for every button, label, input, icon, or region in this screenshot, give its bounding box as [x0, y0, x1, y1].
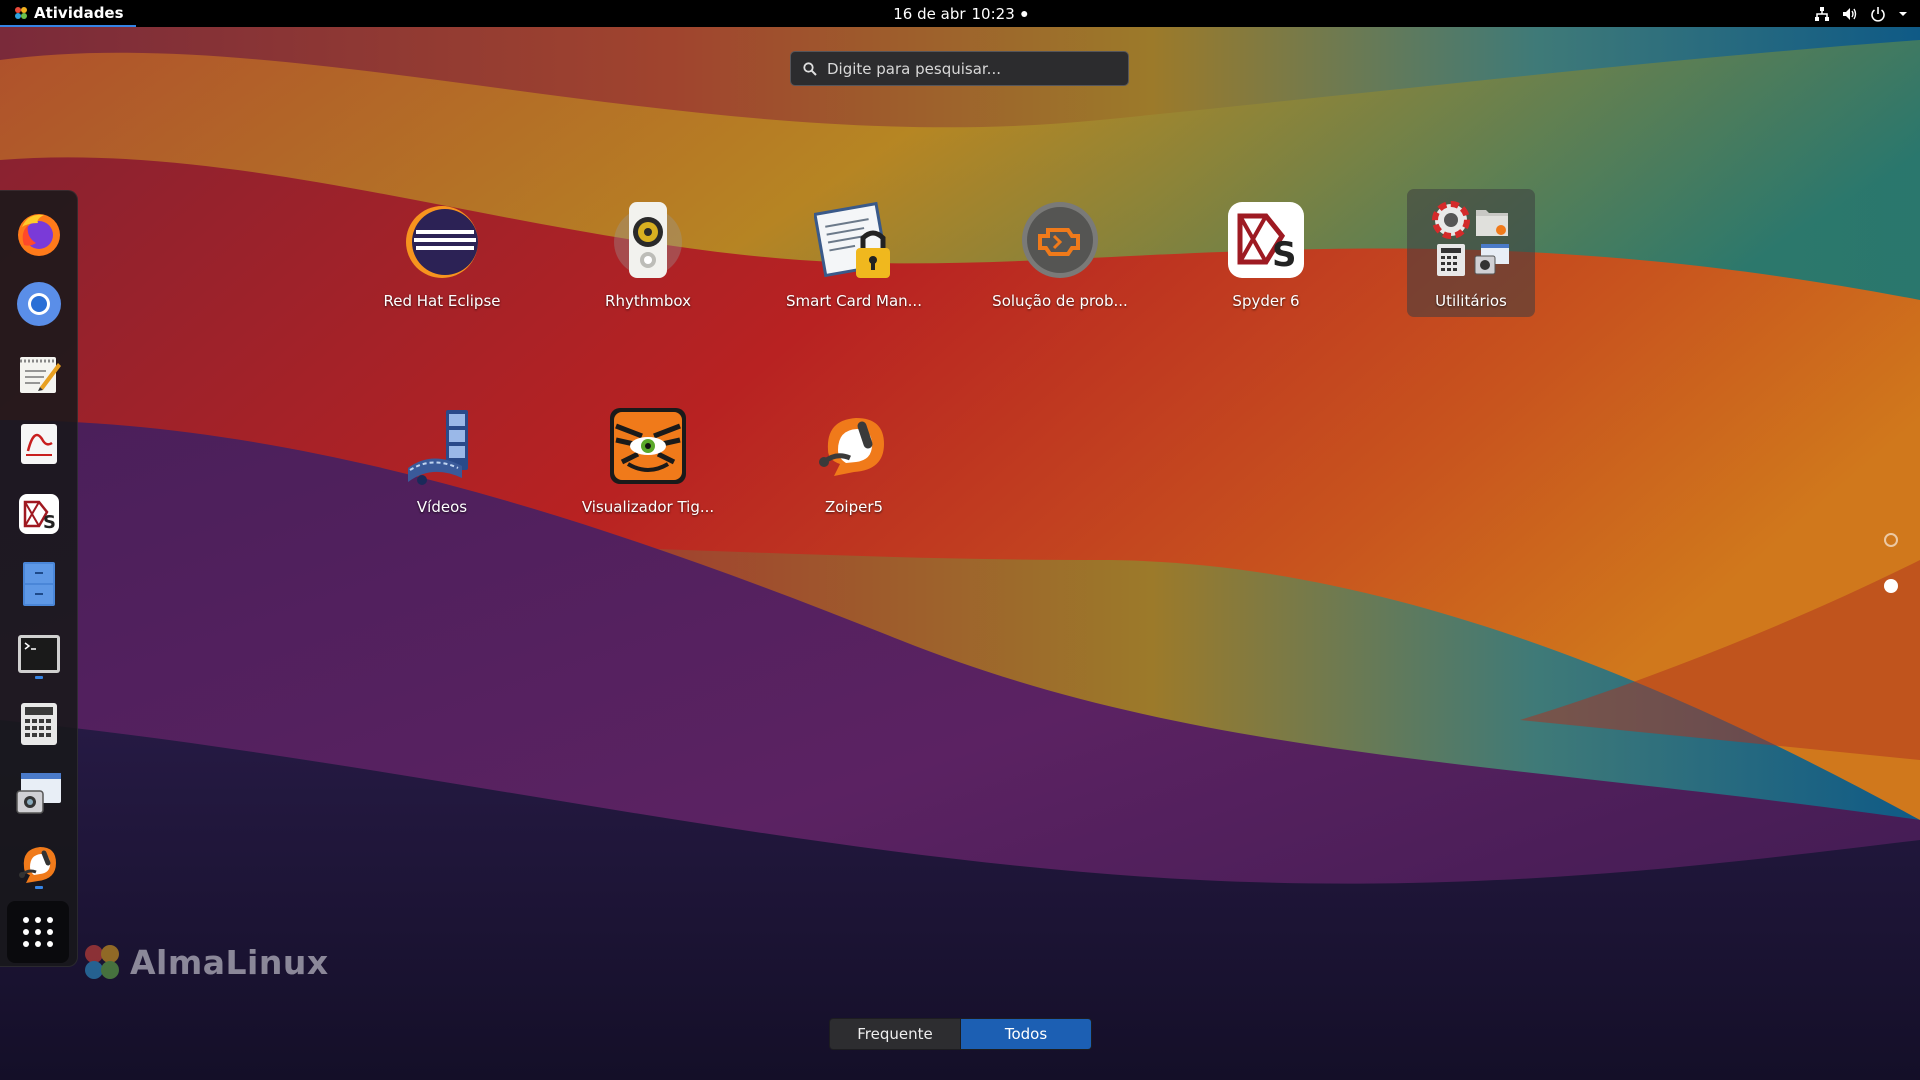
zoiper-icon [19, 847, 56, 883]
app-label: Utilitários [1435, 292, 1507, 310]
firefox-icon [18, 214, 60, 256]
almalinux-watermark: AlmaLinux [80, 940, 329, 984]
clock-time: 10:23 [971, 4, 1015, 23]
app-label: Rhythmbox [605, 292, 691, 310]
app-smart-card-manager[interactable]: Smart Card Man... [774, 196, 934, 331]
app-label: Visualizador Tig... [581, 498, 715, 516]
dash-item-terminal[interactable] [12, 627, 66, 681]
top-bar: Atividades 16 de abr 10:23 [0, 0, 1920, 27]
dash-item-calculator[interactable] [12, 697, 66, 751]
page-indicator-1[interactable] [1884, 533, 1898, 547]
spyder-icon: S [19, 494, 59, 534]
brand-label: AlmaLinux [130, 942, 329, 982]
dash-item-text-editor[interactable] [12, 347, 66, 401]
activities-label: Atividades [34, 3, 124, 22]
dash-item-zoiper[interactable] [12, 837, 66, 891]
grid-icon [23, 917, 53, 947]
dash: S [0, 190, 78, 967]
view-toggle: Frequente Todos [829, 1018, 1092, 1050]
search-icon [803, 61, 817, 76]
app-label: Smart Card Man... [786, 292, 922, 310]
screenshot-icon [16, 773, 61, 814]
troubleshoot-icon [1022, 202, 1098, 278]
dash-item-screenshot[interactable] [12, 767, 66, 821]
terminal-icon [18, 635, 60, 673]
search-input[interactable]: Digite para pesquisar... [790, 51, 1129, 86]
running-indicator [35, 886, 43, 889]
eclipse-icon [406, 206, 478, 278]
spyder-icon: S [1228, 202, 1304, 278]
smart-card-icon [814, 201, 890, 278]
text-editor-icon [20, 357, 61, 393]
running-indicator [35, 676, 43, 679]
notification-dot [1020, 10, 1027, 17]
show-applications-button[interactable] [7, 901, 69, 963]
rhythmbox-icon [614, 202, 682, 278]
all-apps-button[interactable]: Todos [961, 1019, 1091, 1049]
volume-icon[interactable] [1842, 6, 1858, 22]
activities-button[interactable]: Atividades [0, 0, 136, 27]
calculator-icon [21, 703, 57, 745]
app-label: Zoiper5 [824, 498, 884, 516]
page-indicator-2[interactable] [1884, 579, 1898, 593]
app-tiger-viewer[interactable]: Visualizador Tig... [568, 402, 728, 537]
zoiper-icon [819, 418, 884, 476]
dash-item-spyder[interactable]: S [12, 487, 66, 541]
app-label: Spyder 6 [1232, 292, 1300, 310]
dash-item-firefox[interactable] [12, 207, 66, 261]
app-videos[interactable]: Vídeos [362, 402, 522, 537]
system-tray[interactable] [1814, 0, 1908, 27]
dash-item-document-viewer[interactable] [12, 417, 66, 471]
videos-icon [408, 410, 468, 485]
app-spyder-6[interactable]: S Spyder 6 [1186, 196, 1346, 331]
app-red-hat-eclipse[interactable]: Red Hat Eclipse [362, 196, 522, 331]
network-icon[interactable] [1814, 6, 1830, 22]
search-placeholder: Digite para pesquisar... [827, 59, 1001, 78]
folder-icon [1432, 201, 1509, 276]
power-icon[interactable] [1870, 6, 1886, 22]
document-viewer-icon [21, 424, 57, 464]
dash-item-chromium[interactable] [12, 277, 66, 331]
desktop-wallpaper [0, 0, 1920, 1080]
chevron-down-icon[interactable] [1898, 6, 1908, 22]
app-rhythmbox[interactable]: Rhythmbox [568, 196, 728, 331]
clock-date: 16 de abr [893, 4, 966, 23]
almalinux-logo-icon [15, 6, 27, 19]
frequent-button[interactable]: Frequente [830, 1019, 961, 1049]
file-cabinet-icon [23, 562, 55, 606]
app-folder-utilities[interactable]: Utilitários [1391, 196, 1551, 331]
app-label: Solução de prob... [992, 292, 1128, 310]
svg-text:S: S [43, 512, 56, 533]
tiger-viewer-icon [610, 408, 686, 484]
app-label: Red Hat Eclipse [383, 292, 501, 310]
svg-text:S: S [1272, 235, 1297, 275]
dash-item-file-cabinet[interactable] [12, 557, 66, 611]
clock[interactable]: 16 de abr 10:23 [893, 0, 1027, 27]
app-zoiper5[interactable]: Zoiper5 [774, 402, 934, 537]
app-troubleshooting[interactable]: Solução de prob... [980, 196, 1140, 331]
app-label: Vídeos [416, 498, 468, 516]
chromium-icon [17, 282, 61, 326]
almalinux-logo-icon [85, 945, 119, 979]
